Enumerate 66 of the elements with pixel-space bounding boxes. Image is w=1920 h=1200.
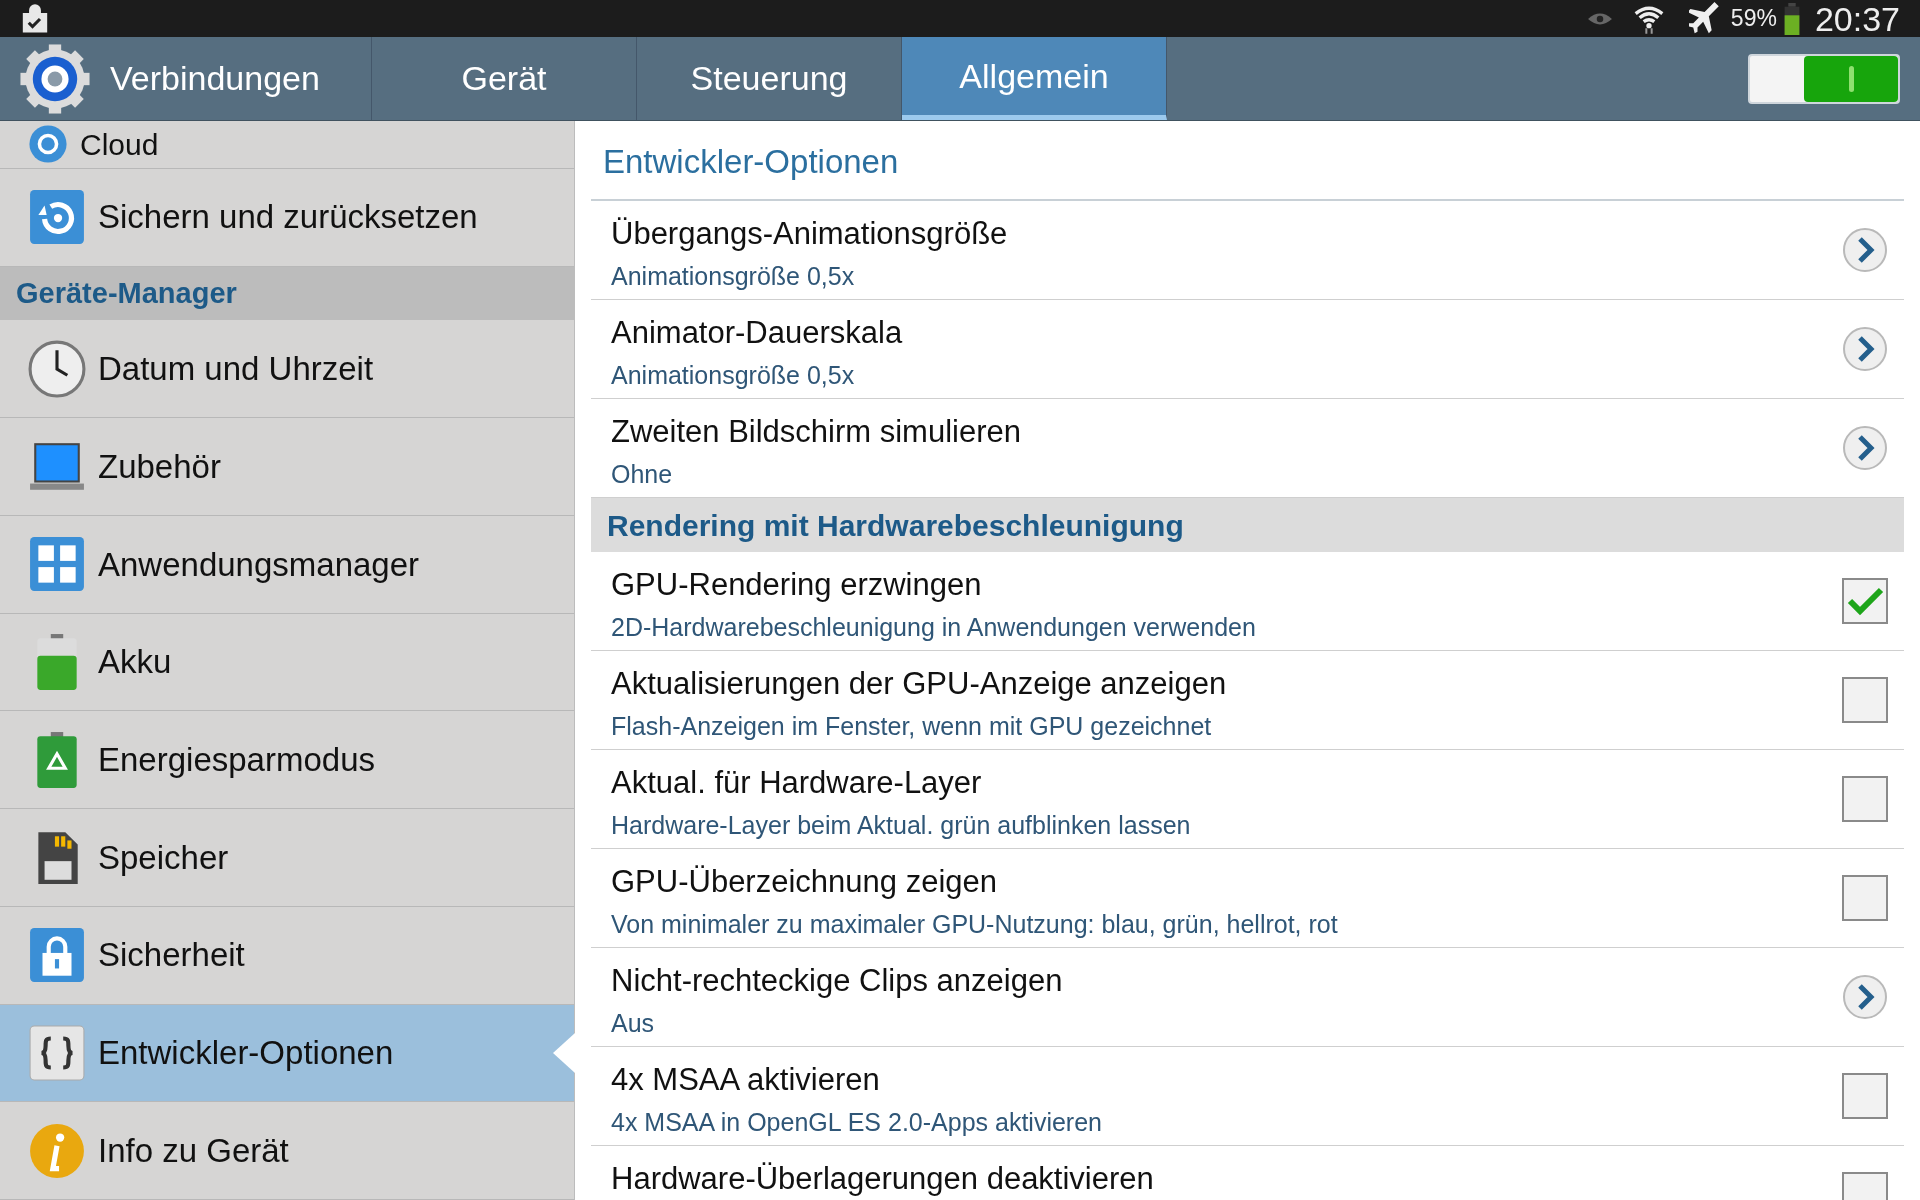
- chevron-right-icon[interactable]: [1842, 326, 1888, 372]
- sidebar-item[interactable]: Cloud: [0, 121, 574, 169]
- sidebar-item[interactable]: Sichern und zurücksetzen: [0, 168, 574, 267]
- checkbox[interactable]: [1842, 776, 1888, 822]
- sidebar-section-header: Geräte-Manager: [0, 266, 574, 321]
- checkbox[interactable]: [1842, 677, 1888, 723]
- setting-summary: Flash-Anzeigen im Fenster, wenn mit GPU gezeichnet: [611, 710, 1213, 742]
- setting-title: Nicht-rechteckige Clips anzeigen: [611, 962, 1064, 1000]
- sidebar-item[interactable]: Speicher: [0, 809, 574, 907]
- setting-title: Hardware-Überlagerungen deaktivieren: [611, 1160, 1155, 1198]
- settings-gear-icon: [18, 41, 92, 116]
- setting-summary: Aus: [611, 1007, 656, 1039]
- sidebar-item[interactable]: Entwickler-Optionen: [0, 1004, 574, 1103]
- battery-percentage: 59%: [1730, 4, 1777, 34]
- sidebar-item[interactable]: Anwendungsmanager: [0, 515, 574, 614]
- settings-row[interactable]: GPU-Rendering erzwingen 2D-Hardwarebeschleunigung in Anwendungen verwenden: [591, 552, 1904, 651]
- setting-title: GPU-Rendering erzwingen: [611, 566, 983, 604]
- category-tab[interactable]: Gerät: [372, 37, 637, 120]
- chevron-right-icon[interactable]: [1842, 974, 1888, 1020]
- padlock-icon: [28, 926, 86, 985]
- selection-pointer: [553, 1032, 575, 1073]
- setting-title: Aktual. für Hardware-Layer: [611, 764, 983, 802]
- settings-row[interactable]: Hardware-Überlagerungen deaktivieren: [591, 1146, 1904, 1200]
- sidebar-item[interactable]: Akku: [0, 613, 574, 712]
- setting-summary: 4x MSAA in OpenGL ES 2.0-Apps aktivieren: [611, 1106, 1103, 1138]
- settings-row[interactable]: GPU-Überzeichnung zeigen Von minimaler zu maximaler GPU-Nutzung: blau, grün, hellrot, rot: [591, 849, 1904, 948]
- checkbox[interactable]: [1842, 1073, 1888, 1119]
- settings-row[interactable]: Aktual. für Hardware-Layer Hardware-Layer beim Aktual. grün aufblinken lassen: [591, 750, 1904, 849]
- setting-title: GPU-Überzeichnung zeigen: [611, 863, 998, 901]
- settings-row[interactable]: Nicht-rechteckige Clips anzeigen Aus: [591, 948, 1904, 1047]
- chevron-right-icon[interactable]: [1842, 227, 1888, 273]
- settings-row[interactable]: Aktualisierungen der GPU-Anzeige anzeigen Flash-Anzeigen im Fenster, wenn mit GPU gezeichnet: [591, 651, 1904, 750]
- checkbox[interactable]: [1842, 875, 1888, 921]
- settings-row[interactable]: 4x MSAA aktivieren 4x MSAA in OpenGL ES 2.0-Apps aktivieren: [591, 1047, 1904, 1146]
- sidebar-item[interactable]: Sicherheit: [0, 906, 574, 1005]
- app-grid-icon: [28, 535, 86, 594]
- sidebar-item[interactable]: Datum und Uhrzeit: [0, 320, 574, 419]
- page-title: Entwickler-Optionen: [591, 125, 1904, 201]
- setting-title: Zweiten Bildschirm simulieren: [611, 413, 1022, 451]
- curly-braces-icon: [28, 1023, 86, 1082]
- setting-summary: Ohne: [611, 458, 674, 490]
- settings-row[interactable]: Übergangs-Animationsgröße Animationsgröße 0,5x: [591, 201, 1904, 300]
- setting-summary: Hardware-Layer beim Aktual. grün aufblinken lassen: [611, 809, 1192, 841]
- setting-title: 4x MSAA aktivieren: [611, 1061, 881, 1099]
- category-tab[interactable]: Allgemein: [902, 37, 1167, 120]
- sidebar-item[interactable]: Zubehör: [0, 418, 574, 516]
- info-icon: [28, 1121, 86, 1180]
- sidebar-item[interactable]: Energiesparmodus: [0, 711, 574, 810]
- clock-time: 20:37: [1814, 1, 1900, 36]
- backup-restore-icon: [28, 188, 86, 247]
- master-toggle-switch[interactable]: [1748, 53, 1900, 104]
- clock-icon: [28, 339, 86, 398]
- sidebar-item[interactable]: Info zu Gerät: [0, 1102, 574, 1200]
- setting-summary: Animationsgröße 0,5x: [611, 260, 856, 292]
- settings-row[interactable]: Animator-Dauerskala Animationsgröße 0,5x: [591, 300, 1904, 399]
- section-header: Rendering mit Hardwarebeschleunigung: [591, 498, 1904, 552]
- checkbox[interactable]: [1842, 578, 1888, 624]
- setting-title: Animator-Dauerskala: [611, 314, 904, 352]
- setting-summary: Von minimaler zu maximaler GPU-Nutzung: blau, grün, hellrot, rot: [611, 908, 1339, 940]
- setting-title: Übergangs-Animationsgröße: [611, 215, 1009, 253]
- category-tab[interactable]: Verbindungen: [110, 37, 372, 120]
- shopping-bag-check-icon: [20, 3, 50, 34]
- setting-summary: 2D-Hardwarebeschleunigung in Anwendungen verwenden: [611, 611, 1257, 643]
- setting-summary: Animationsgröße 0,5x: [611, 359, 856, 391]
- setting-title: Aktualisierungen der GPU-Anzeige anzeigen: [611, 665, 1228, 703]
- chevron-right-icon[interactable]: [1842, 425, 1888, 471]
